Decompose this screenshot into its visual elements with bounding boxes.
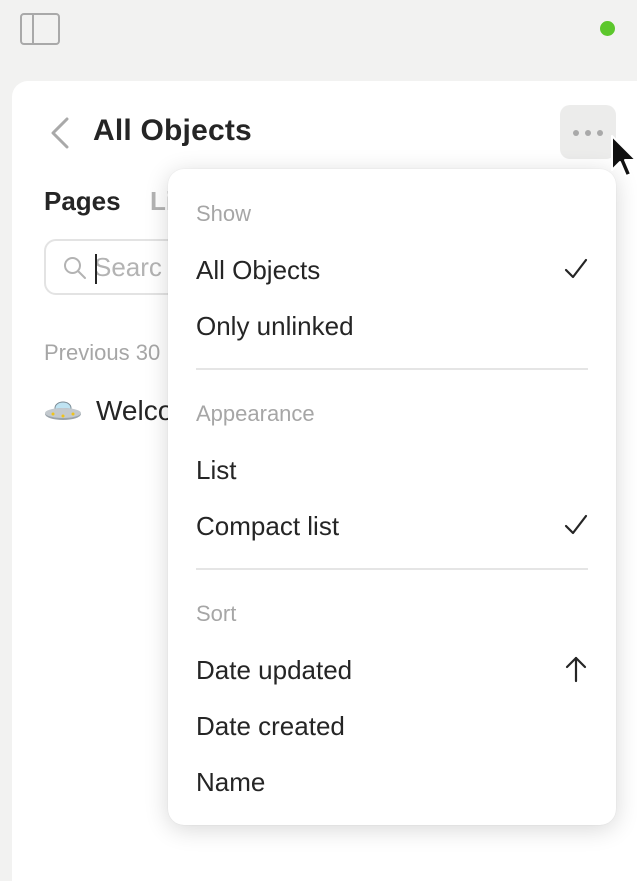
menu-item-date-created[interactable]: Date created [182,700,602,750]
more-options-button[interactable] [560,105,616,159]
menu-item-compact-list[interactable]: Compact list [182,500,602,550]
chevron-left-icon[interactable] [46,116,76,150]
menu-item-date-updated[interactable]: Date updated [182,644,602,694]
menu-divider [196,568,588,570]
menu-group-header-show: Show [196,201,252,226]
menu-item-name[interactable]: Name [182,756,602,806]
ufo-icon [45,401,81,420]
sidebar-toggle-icon[interactable] [20,13,60,45]
page-title: All Objects [93,114,252,147]
menu-group-header-sort: Sort [196,601,237,626]
arrow-up-icon [565,656,587,683]
menu-item-label: List [196,455,237,485]
search-icon [64,257,86,279]
mouse-pointer-icon [611,135,637,177]
tab-pages[interactable]: Pages [44,186,121,217]
sync-status-indicator [600,21,615,36]
top-bar [0,0,637,60]
checkmark-icon [564,258,588,279]
list-item-title: Welco [96,395,174,426]
menu-item-label: Only unlinked [196,311,354,341]
menu-item-all-objects[interactable]: All Objects [182,244,602,294]
text-caret [95,254,97,284]
menu-item-list[interactable]: List [182,444,602,494]
menu-item-only-unlinked[interactable]: Only unlinked [182,300,602,350]
checkmark-icon [564,514,588,535]
more-horizontal-icon [573,130,579,136]
options-dropdown-menu: Show All Objects Only unlinked Appearanc… [168,169,616,825]
menu-item-label: Name [196,767,266,797]
menu-item-label: All Objects [196,255,321,285]
menu-group-header-appearance: Appearance [196,401,315,426]
menu-item-label: Date updated [196,655,353,685]
menu-item-label: Compact list [196,511,340,541]
menu-item-label: Date created [196,711,345,741]
section-label: Previous 30 [44,340,161,365]
menu-divider [196,368,588,370]
